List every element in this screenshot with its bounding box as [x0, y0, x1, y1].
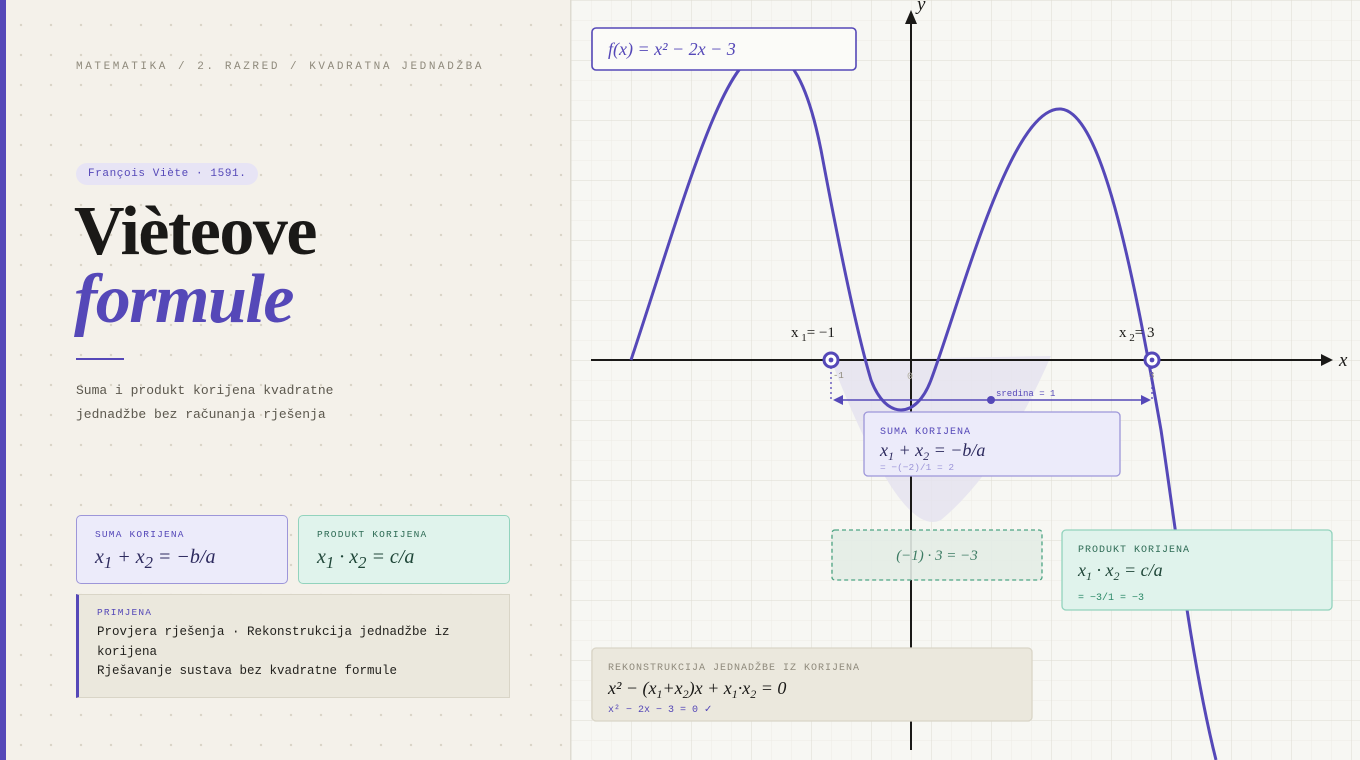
- product-formula-card: PRODUKT KORIJENA x1 · x2 = c/a: [298, 515, 510, 584]
- breadcrumb-separator: /: [178, 61, 188, 73]
- x-axis-label: x: [1338, 350, 1348, 371]
- function-label-box: f(x) = x² − 2x − 3: [591, 27, 857, 71]
- breadcrumb-separator: /: [290, 61, 300, 73]
- application-line-2: Rješavanje sustava bez kvadratne formule: [97, 664, 398, 678]
- application-line-1: Provjera rješenja · Rekonstrukcija jedna…: [97, 625, 450, 659]
- page-subtitle: Suma i produkt korijena kvadratne jednad…: [76, 383, 334, 422]
- sum-formula: x1 + x2 = −b/a: [95, 546, 216, 572]
- breadcrumb-item-grade[interactable]: 2. RAZRED: [197, 61, 280, 73]
- function-label: f(x) = x² − 2x − 3: [608, 39, 736, 60]
- graph-panel: x y x 1= −1 x 2= 3 -1 3 0 sredina = 1 f(…: [570, 0, 1360, 760]
- page-title-line1: Vièteove: [74, 193, 317, 270]
- product-formula: x1 · x2 = c/a: [317, 546, 415, 572]
- graph-product-label: PRODUKT KORIJENA: [1078, 545, 1190, 556]
- product-calc-box: (−1) · 3 = −3: [831, 529, 1043, 581]
- root-1-marker[interactable]: [822, 351, 840, 369]
- sum-formula-card: SUMA KORIJENA x1 + x2 = −b/a: [76, 515, 288, 584]
- midpoint-label: sredina = 1: [996, 389, 1055, 399]
- sum-card-label: SUMA KORIJENA: [95, 529, 185, 540]
- graph-sum-formula: x1 + x2 = −b/a: [879, 440, 985, 463]
- root-1-tick: -1: [833, 371, 844, 381]
- breadcrumb-item-subject[interactable]: MATEMATIKA: [76, 61, 168, 73]
- root-2-marker[interactable]: [1143, 351, 1161, 369]
- author-tag: François Viète · 1591.: [76, 163, 259, 185]
- reconstruction-check: x² − 2x − 3 = 0 ✓: [608, 705, 712, 716]
- reconstruction-formula: x² − (x1+x2)x + x1·x2 = 0: [607, 678, 786, 701]
- graph-product-box: PRODUKT KORIJENA x1 · x2 = c/a = −3/1 = …: [1061, 529, 1333, 611]
- product-card-label: PRODUKT KORIJENA: [317, 529, 428, 540]
- application-box: PRIMJENA Provjera rješenja · Rekonstrukc…: [76, 594, 510, 698]
- reconstruction-box: REKONSTRUKCIJA JEDNADŽBE IZ KORIJENA x² …: [591, 647, 1033, 722]
- function-graph[interactable]: x y x 1= −1 x 2= 3 -1 3 0 sredina = 1 f(…: [571, 0, 1360, 760]
- breadcrumb-item-topic[interactable]: KVADRATNA JEDNADŽBA: [309, 61, 484, 73]
- y-axis-label: y: [915, 0, 926, 15]
- product-calc: (−1) · 3 = −3: [896, 548, 978, 564]
- graph-product-calc: = −3/1 = −3: [1078, 592, 1144, 604]
- title-divider: [76, 358, 124, 360]
- application-label: PRIMJENA: [97, 607, 153, 618]
- breadcrumb: MATEMATIKA / 2. RAZRED / KVADRATNA JEDNADŽBA: [76, 61, 484, 73]
- graph-sum-calc: = −(−2)/1 = 2: [880, 462, 954, 473]
- graph-sum-box: SUMA KORIJENA x1 + x2 = −b/a = −(−2)/1 =…: [863, 411, 1121, 477]
- origin-label: 0: [907, 372, 913, 383]
- midpoint-marker[interactable]: [987, 396, 995, 404]
- graph-sum-label: SUMA KORIJENA: [880, 427, 971, 438]
- page-title-line2: formule: [74, 261, 294, 338]
- reconstruction-label: REKONSTRUKCIJA JEDNADŽBE IZ KORIJENA: [608, 660, 860, 674]
